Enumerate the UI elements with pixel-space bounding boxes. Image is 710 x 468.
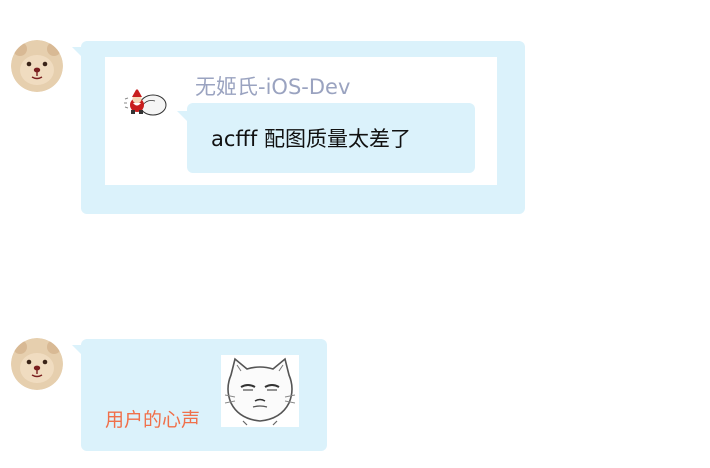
quoted-message-card[interactable]: 无姬氏-iOS-Dev acfff 配图质量太差了 xyxy=(105,57,497,185)
chat-view: 无姬氏-iOS-Dev acfff 配图质量太差了 用户的心声 xyxy=(0,0,710,468)
quoted-author-name[interactable]: 无姬氏-iOS-Dev xyxy=(195,71,350,101)
bear-avatar-icon[interactable] xyxy=(11,40,63,92)
message-bubble[interactable]: 无姬氏-iOS-Dev acfff 配图质量太差了 xyxy=(72,41,525,214)
bear-avatar-icon[interactable] xyxy=(11,338,63,390)
quoted-message-text: acfff 配图质量太差了 xyxy=(211,127,411,151)
bubble-tail xyxy=(177,111,189,123)
santa-sticker-icon xyxy=(119,75,169,125)
bubble-tail xyxy=(72,345,84,357)
quoted-message-bubble: acfff 配图质量太差了 xyxy=(177,103,475,173)
message-bubble[interactable]: 用户的心声 xyxy=(72,339,327,451)
bubble-tail xyxy=(72,47,84,59)
grumpy-cat-sticker-icon[interactable] xyxy=(221,355,299,427)
message-text: 用户的心声 xyxy=(105,409,201,431)
